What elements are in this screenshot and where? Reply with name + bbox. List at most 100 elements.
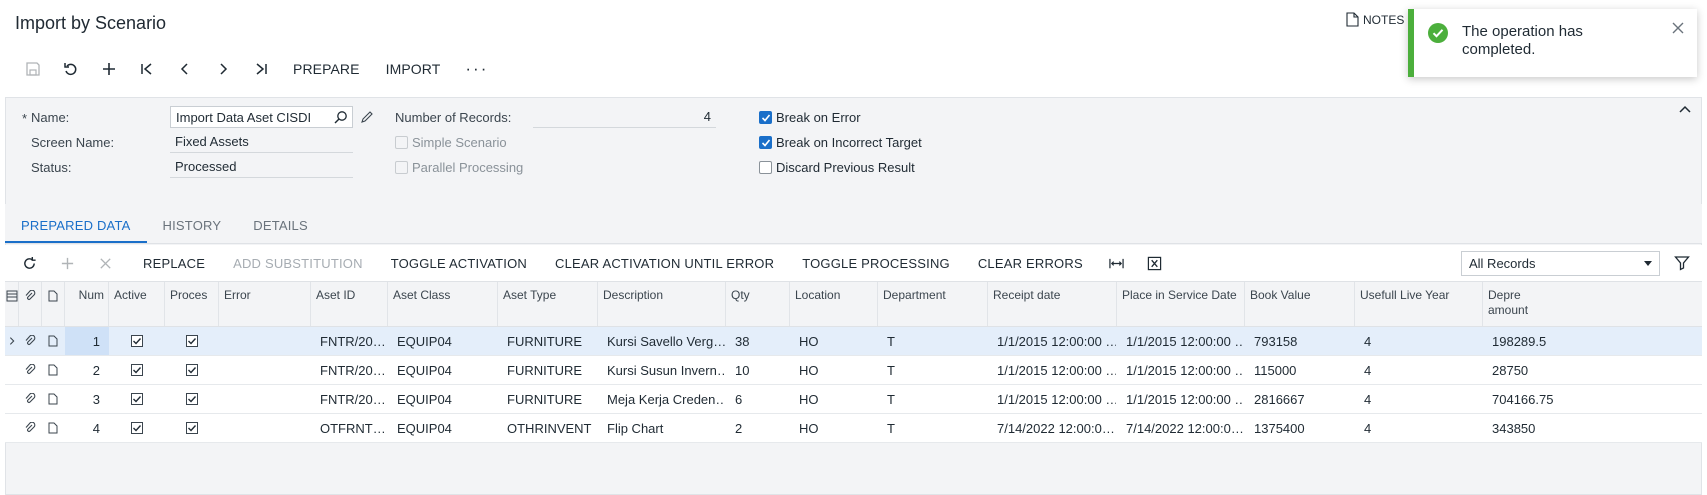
qty-cell[interactable]: 38: [726, 327, 790, 355]
col-department[interactable]: Department: [878, 282, 988, 326]
place-in-service-date-cell[interactable]: 7/14/2022 12:00:0…: [1117, 414, 1245, 442]
row-selector[interactable]: [5, 385, 19, 413]
add-button[interactable]: [90, 54, 128, 84]
active-checkbox[interactable]: [109, 327, 165, 355]
discard-previous-result-checkbox[interactable]: Discard Previous Result: [759, 160, 915, 175]
description-cell[interactable]: Kursi Savello Verg…: [598, 327, 726, 355]
col-asset-class[interactable]: Aset Class: [388, 282, 498, 326]
tab-details[interactable]: DETAILS: [237, 218, 324, 243]
attachment-cell[interactable]: [19, 414, 42, 442]
row-selector-header[interactable]: [5, 282, 19, 326]
attachment-cell[interactable]: [19, 356, 42, 384]
col-error[interactable]: Error: [219, 282, 311, 326]
next-record-button[interactable]: [204, 54, 242, 84]
col-receipt-date[interactable]: Receipt date: [988, 282, 1117, 326]
col-qty[interactable]: Qty: [726, 282, 790, 326]
table-row[interactable]: 1 FNTR/20… EQUIP04 FURNITURE Kursi Savel…: [5, 327, 1702, 356]
asset-id-cell[interactable]: FNTR/20…: [311, 385, 388, 413]
undo-button[interactable]: [52, 54, 90, 84]
note-cell[interactable]: [42, 327, 65, 355]
toggle-activation-button[interactable]: TOGGLE ACTIVATION: [377, 256, 541, 271]
tab-history[interactable]: HISTORY: [147, 218, 238, 243]
useful-life-cell[interactable]: 4: [1355, 327, 1483, 355]
depre-amount-cell[interactable]: 343850: [1483, 414, 1566, 442]
location-cell[interactable]: HO: [790, 385, 878, 413]
refresh-button[interactable]: [15, 248, 43, 278]
col-place-in-service-date[interactable]: Place in Service Date: [1117, 282, 1245, 326]
previous-record-button[interactable]: [166, 54, 204, 84]
active-checkbox[interactable]: [109, 356, 165, 384]
break-on-error-checkbox[interactable]: Break on Error: [759, 110, 861, 125]
description-cell[interactable]: Flip Chart: [598, 414, 726, 442]
asset-type-cell[interactable]: FURNITURE: [498, 356, 598, 384]
book-value-cell[interactable]: 115000: [1245, 356, 1355, 384]
error-cell[interactable]: [219, 414, 311, 442]
book-value-cell[interactable]: 1375400: [1245, 414, 1355, 442]
num-cell[interactable]: 2: [65, 356, 109, 384]
processed-checkbox[interactable]: [165, 385, 219, 413]
col-active[interactable]: Active: [109, 282, 165, 326]
table-row[interactable]: 2 FNTR/20… EQUIP04 FURNITURE Kursi Susun…: [5, 356, 1702, 385]
asset-id-cell[interactable]: FNTR/20…: [311, 356, 388, 384]
department-cell[interactable]: T: [878, 385, 988, 413]
col-num[interactable]: Num: [65, 282, 109, 326]
book-value-cell[interactable]: 2816667: [1245, 385, 1355, 413]
active-checkbox[interactable]: [109, 414, 165, 442]
col-useful-life[interactable]: Usefull Live Year: [1355, 282, 1483, 326]
depre-amount-cell[interactable]: 704166.75: [1483, 385, 1566, 413]
first-record-button[interactable]: [128, 54, 166, 84]
filter-icon[interactable]: [1674, 255, 1690, 271]
qty-cell[interactable]: 2: [726, 414, 790, 442]
add-row-button[interactable]: [53, 248, 81, 278]
asset-class-cell[interactable]: EQUIP04: [388, 414, 498, 442]
receipt-date-cell[interactable]: 1/1/2015 12:00:00 …: [988, 356, 1117, 384]
useful-life-cell[interactable]: 4: [1355, 356, 1483, 384]
row-selector[interactable]: [5, 327, 19, 355]
qty-cell[interactable]: 6: [726, 385, 790, 413]
row-selector[interactable]: [5, 356, 19, 384]
chevron-up-icon[interactable]: [1679, 104, 1691, 114]
asset-class-cell[interactable]: EQUIP04: [388, 327, 498, 355]
receipt-date-cell[interactable]: 1/1/2015 12:00:00 …: [988, 385, 1117, 413]
delete-row-button[interactable]: [91, 248, 119, 278]
processed-checkbox[interactable]: [165, 356, 219, 384]
receipt-date-cell[interactable]: 7/14/2022 12:00:0…: [988, 414, 1117, 442]
num-cell[interactable]: 3: [65, 385, 109, 413]
note-cell[interactable]: [42, 385, 65, 413]
attachment-cell[interactable]: [19, 327, 42, 355]
useful-life-cell[interactable]: 4: [1355, 385, 1483, 413]
asset-type-cell[interactable]: OTHRINVENT: [498, 414, 598, 442]
close-icon[interactable]: [1671, 21, 1685, 35]
note-cell[interactable]: [42, 414, 65, 442]
place-in-service-date-cell[interactable]: 1/1/2015 12:00:00 …: [1117, 327, 1245, 355]
description-cell[interactable]: Kursi Susun Invern…: [598, 356, 726, 384]
save-button[interactable]: [14, 54, 52, 84]
pencil-icon[interactable]: [360, 110, 374, 124]
asset-type-cell[interactable]: FURNITURE: [498, 327, 598, 355]
error-cell[interactable]: [219, 356, 311, 384]
depre-amount-cell[interactable]: 28750: [1483, 356, 1566, 384]
col-description[interactable]: Description: [598, 282, 726, 326]
place-in-service-date-cell[interactable]: 1/1/2015 12:00:00 …: [1117, 385, 1245, 413]
table-row[interactable]: 3 FNTR/20… EQUIP04 FURNITURE Meja Kerja …: [5, 385, 1702, 414]
import-button[interactable]: IMPORT: [373, 54, 454, 84]
location-cell[interactable]: HO: [790, 356, 878, 384]
table-row[interactable]: 4 OTFRNT… EQUIP04 OTHRINVENT Flip Chart …: [5, 414, 1702, 443]
asset-type-cell[interactable]: FURNITURE: [498, 385, 598, 413]
location-cell[interactable]: HO: [790, 414, 878, 442]
error-cell[interactable]: [219, 385, 311, 413]
simple-scenario-checkbox[interactable]: Simple Scenario: [395, 135, 507, 150]
qty-cell[interactable]: 10: [726, 356, 790, 384]
add-substitution-button[interactable]: ADD SUBSTITUTION: [219, 256, 377, 271]
col-location[interactable]: Location: [790, 282, 878, 326]
num-cell[interactable]: 1: [65, 327, 109, 355]
replace-button[interactable]: REPLACE: [129, 256, 219, 271]
col-depre-amount[interactable]: Depre amount: [1483, 282, 1566, 326]
receipt-date-cell[interactable]: 1/1/2015 12:00:00 …: [988, 327, 1117, 355]
col-book-value[interactable]: Book Value: [1245, 282, 1355, 326]
error-cell[interactable]: [219, 327, 311, 355]
description-cell[interactable]: Meja Kerja Creden…: [598, 385, 726, 413]
asset-id-cell[interactable]: OTFRNT…: [311, 414, 388, 442]
attachment-cell[interactable]: [19, 385, 42, 413]
department-cell[interactable]: T: [878, 356, 988, 384]
